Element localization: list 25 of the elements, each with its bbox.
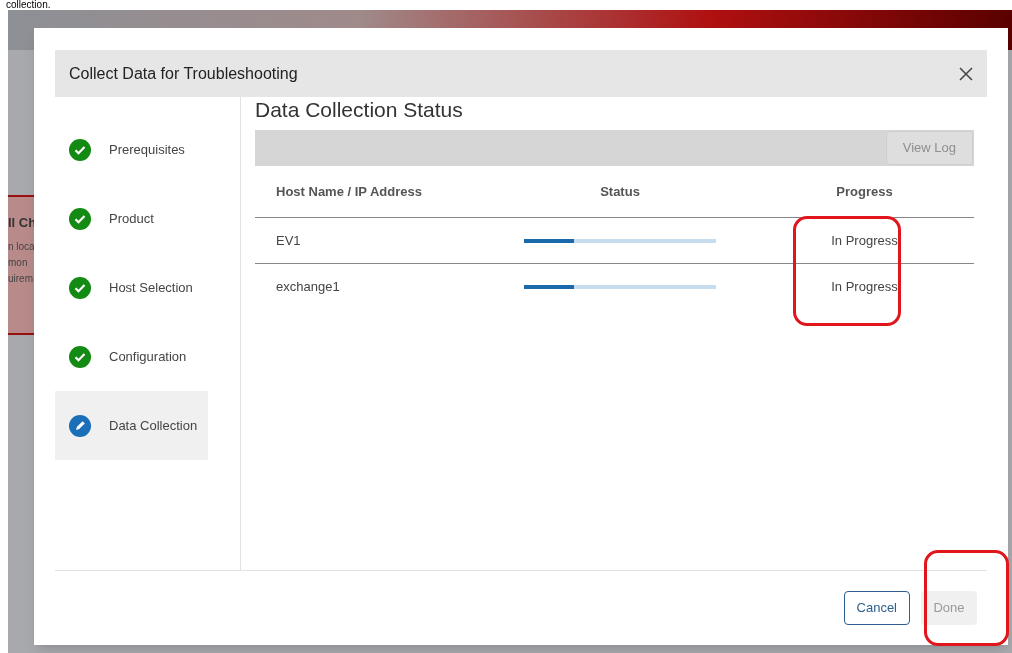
table-cell-text: exchange1 <box>275 278 341 297</box>
dialog-title: Collect Data for Troubleshooting <box>69 63 298 84</box>
pencil-circle-icon <box>69 414 91 437</box>
wizard-step[interactable]: Host Selection <box>55 253 208 322</box>
section-heading: Data Collection Status <box>255 97 464 123</box>
table-cell-text: In Progress <box>830 278 899 297</box>
table-cell-text: In Progress <box>830 231 899 250</box>
background-card-text: uirem <box>8 271 34 286</box>
check-circle-icon <box>69 345 91 368</box>
wizard-step[interactable]: Product <box>55 184 208 253</box>
wizard-step[interactable]: Prerequisites <box>55 115 208 184</box>
close-icon[interactable] <box>959 66 973 81</box>
column-header: Host Name / IP Address <box>275 182 423 201</box>
background-card-text: mon <box>8 255 29 270</box>
background-card-text: n loca <box>8 239 36 254</box>
table-cell-text: EV1 <box>275 231 302 250</box>
cancel-button[interactable]: Cancel <box>843 591 910 625</box>
column-header: Status <box>599 182 641 201</box>
wizard-step[interactable]: Data Collection <box>55 391 208 460</box>
column-header: Progress <box>835 182 894 201</box>
caption-text: collection. <box>6 0 51 10</box>
check-circle-icon <box>69 276 91 299</box>
check-circle-icon <box>69 207 91 230</box>
wizard-step[interactable]: Configuration <box>55 322 208 391</box>
check-circle-icon <box>69 138 91 161</box>
